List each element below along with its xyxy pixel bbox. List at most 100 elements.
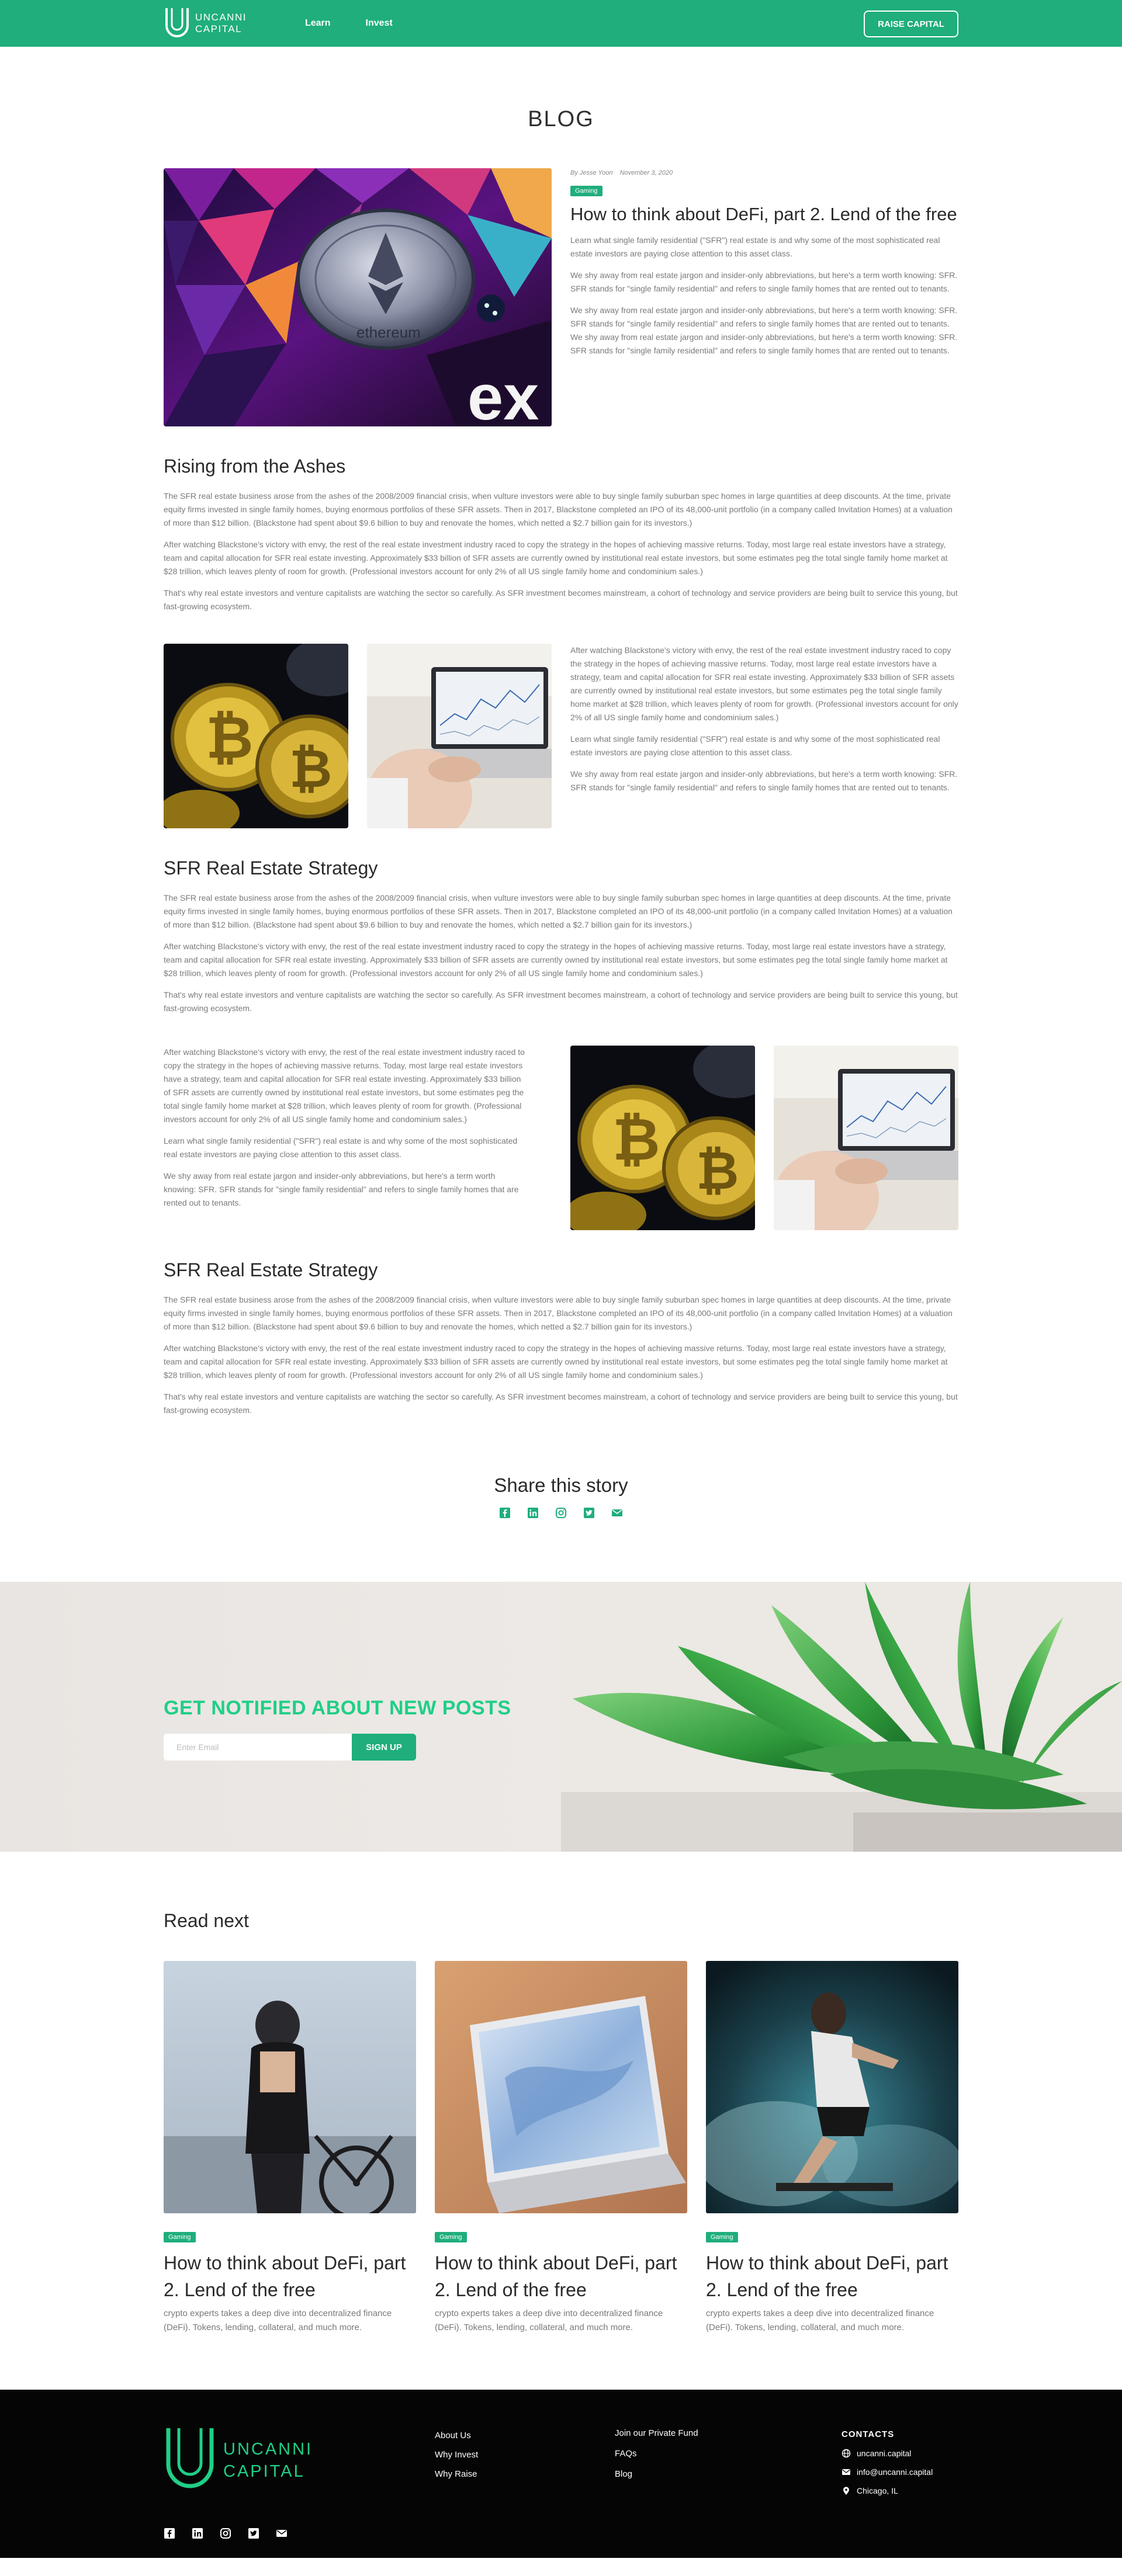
footer-link-why-invest[interactable]: Why Invest xyxy=(435,2450,478,2460)
card-title[interactable]: How to think about DeFi, part 2. Lend of… xyxy=(164,2249,416,2303)
bitcoin-coins-image: ₿ ₿ xyxy=(570,1046,755,1230)
top-nav: UNCANNI CAPITAL Learn Invest RAISE CAPIT… xyxy=(0,0,1122,47)
footer-link-faqs[interactable]: FAQs xyxy=(615,2449,698,2459)
twitter-icon[interactable] xyxy=(583,1507,595,1519)
footer-logo[interactable]: UNCANNI CAPITAL xyxy=(164,2426,313,2495)
nav-link-learn[interactable]: Learn xyxy=(305,18,331,29)
post-card[interactable]: Gaming How to think about DeFi, part 2. … xyxy=(435,1961,687,2335)
media-text: After watching Blackstone's victory with… xyxy=(164,1046,552,1230)
footer-link-blog[interactable]: Blog xyxy=(615,2469,698,2479)
svg-text:₿: ₿ xyxy=(696,1142,739,1200)
post-title: How to think about DeFi, part 2. Lend of… xyxy=(570,204,957,224)
logo[interactable]: UNCANNI CAPITAL xyxy=(164,7,247,40)
category-tag[interactable]: Gaming xyxy=(570,186,602,196)
media-paragraph: Learn what single family residential ("S… xyxy=(164,1136,518,1159)
instagram-icon[interactable] xyxy=(555,1507,567,1519)
instagram-icon[interactable] xyxy=(220,2528,231,2539)
read-next-title: Read next xyxy=(164,1910,249,1931)
hero-post: ethereum ex By Jesse Yoon November 3, 20… xyxy=(164,168,958,426)
cyclist-smoke-image xyxy=(706,1961,958,2213)
media-paragraph: After watching Blackstone's victory with… xyxy=(164,1047,525,1124)
card-description: crypto experts takes a deep dive into de… xyxy=(435,2308,663,2332)
post-date: November 3, 2020 xyxy=(619,169,673,176)
share-title: Share this story xyxy=(494,1474,628,1496)
laptop-trading-image xyxy=(774,1046,958,1230)
footer-link-why-raise[interactable]: Why Raise xyxy=(435,2469,478,2479)
newsletter-form: SIGN UP xyxy=(164,1734,511,1761)
contact-website-text: uncanni.capital xyxy=(857,2449,912,2458)
section-paragraph: That's why real estate investors and ven… xyxy=(164,588,958,611)
post-meta: By Jesse Yoon November 3, 2020 xyxy=(570,169,958,176)
footer-col-resources: Join our Private Fund FAQs Blog xyxy=(615,2428,698,2479)
sign-up-button[interactable]: SIGN UP xyxy=(352,1734,416,1761)
nav-link-invest[interactable]: Invest xyxy=(366,18,393,29)
post-card[interactable]: Gaming How to think about DeFi, part 2. … xyxy=(164,1961,416,2335)
page-title: BLOG xyxy=(528,107,594,131)
media-paragraph: We shy away from real estate jargon and … xyxy=(570,769,958,792)
category-tag[interactable]: Gaming xyxy=(164,2232,196,2242)
share-icons xyxy=(164,1507,958,1519)
section-paragraph: The SFR real estate business arose from … xyxy=(164,1295,953,1331)
hero-paragraph: Learn what single family residential ("S… xyxy=(570,235,940,258)
footer-col-company: About Us Why Invest Why Raise xyxy=(435,2431,478,2479)
bitcoin-coins-image: ₿ ₿ xyxy=(164,644,348,828)
read-next-section: Read next Gaming How to think about DeFi… xyxy=(164,1910,958,2335)
email-input[interactable] xyxy=(164,1734,352,1761)
raise-capital-button[interactable]: RAISE CAPITAL xyxy=(864,11,958,37)
ethereum-coin-image: ethereum ex xyxy=(164,168,552,426)
section-sfr-strategy: SFR Real Estate Strategy The SFR real es… xyxy=(164,857,958,1015)
footer-logo-line1: UNCANNI xyxy=(223,2440,313,2459)
mail-icon xyxy=(842,2467,851,2477)
media-text: After watching Blackstone's victory with… xyxy=(570,644,958,828)
section-title: SFR Real Estate Strategy xyxy=(164,1259,378,1280)
contact-website[interactable]: uncanni.capital xyxy=(842,2449,933,2458)
section-paragraph: The SFR real estate business arose from … xyxy=(164,893,953,929)
card-title[interactable]: How to think about DeFi, part 2. Lend of… xyxy=(706,2249,958,2303)
globe-icon xyxy=(842,2449,851,2458)
category-tag[interactable]: Gaming xyxy=(435,2232,467,2242)
footer-contacts: CONTACTS uncanni.capital info@uncanni.ca… xyxy=(842,2429,933,2495)
footer-logo-text: UNCANNI CAPITAL xyxy=(223,2438,313,2483)
footer: UNCANNI CAPITAL About Us Why Invest Why … xyxy=(0,2390,1122,2558)
section-sfr-strategy-2: SFR Real Estate Strategy The SFR real es… xyxy=(164,1259,958,1417)
footer-link-about[interactable]: About Us xyxy=(435,2431,478,2440)
blog-article: BLOG ethereum ex By Jesse Yoon November … xyxy=(164,107,958,1519)
location-pin-icon xyxy=(842,2486,851,2495)
mail-icon[interactable] xyxy=(276,2528,288,2539)
section-paragraph: That's why real estate investors and ven… xyxy=(164,1392,958,1415)
contact-email-text: info@uncanni.capital xyxy=(857,2467,933,2477)
media-row: After watching Blackstone's victory with… xyxy=(164,1046,958,1230)
section-rising-from-ashes: Rising from the Ashes The SFR real estat… xyxy=(164,456,958,613)
linkedin-icon[interactable] xyxy=(527,1507,539,1519)
contact-location: Chicago, IL xyxy=(842,2486,933,2495)
post-card[interactable]: Gaming How to think about DeFi, part 2. … xyxy=(706,1961,958,2335)
mail-icon[interactable] xyxy=(611,1507,623,1519)
section-title: Rising from the Ashes xyxy=(164,456,346,477)
logo-u-icon xyxy=(165,8,189,37)
nav-links: Learn Invest xyxy=(305,18,393,29)
hero-paragraph: We shy away from real estate jargon and … xyxy=(570,305,958,355)
contacts-title: CONTACTS xyxy=(842,2429,895,2439)
hero-paragraph: We shy away from real estate jargon and … xyxy=(570,270,958,293)
tablet-device-image xyxy=(435,1961,687,2213)
section-paragraph: The SFR real estate business arose from … xyxy=(164,491,953,527)
woman-with-bike-image xyxy=(164,1961,416,2213)
media-paragraph: We shy away from real estate jargon and … xyxy=(164,1171,519,1207)
card-title[interactable]: How to think about DeFi, part 2. Lend of… xyxy=(435,2249,687,2303)
category-tag[interactable]: Gaming xyxy=(706,2232,738,2242)
newsletter-form-area: GET NOTIFIED ABOUT NEW POSTS SIGN UP xyxy=(164,1697,511,1761)
post-author: By Jesse Yoon xyxy=(570,169,613,176)
contact-email[interactable]: info@uncanni.capital xyxy=(842,2467,933,2477)
section-title: SFR Real Estate Strategy xyxy=(164,857,378,879)
twitter-icon[interactable] xyxy=(248,2528,259,2539)
section-paragraph: After watching Blackstone's victory with… xyxy=(164,942,948,978)
svg-text:₿: ₿ xyxy=(289,740,332,799)
laptop-trading-image xyxy=(367,644,552,828)
facebook-icon[interactable] xyxy=(164,2528,175,2539)
footer-logo-line2: CAPITAL xyxy=(223,2462,305,2481)
footer-link-private-fund[interactable]: Join our Private Fund xyxy=(615,2428,698,2438)
section-paragraph: After watching Blackstone's victory with… xyxy=(164,540,948,576)
facebook-icon[interactable] xyxy=(499,1507,511,1519)
linkedin-icon[interactable] xyxy=(192,2528,203,2539)
read-next-cards: Gaming How to think about DeFi, part 2. … xyxy=(164,1961,958,2335)
